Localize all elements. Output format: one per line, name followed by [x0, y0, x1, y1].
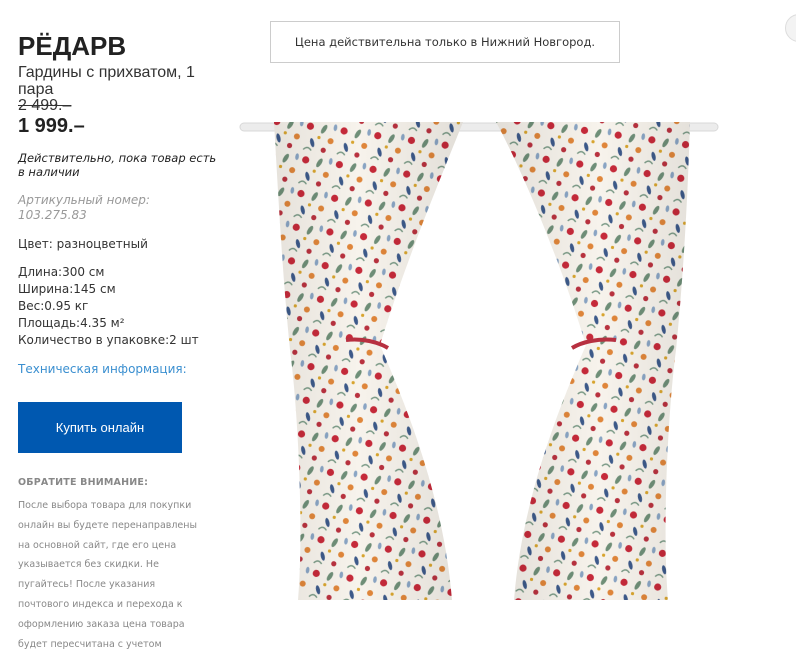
- spec-length: Длина:300 см: [18, 265, 105, 279]
- product-specs: Длина:300 см Ширина:145 см Вес:0.95 кг П…: [18, 264, 218, 349]
- spec-width: Ширина:145 см: [18, 282, 116, 296]
- spec-weight: Вес:0.95 кг: [18, 299, 89, 313]
- city-price-notice: Цена действительна только в Нижний Новго…: [270, 21, 620, 63]
- old-price: 2 499.–: [18, 97, 72, 114]
- notice-text: После выбора товара для покупки онлайн в…: [18, 500, 197, 650]
- availability-note: Действительно, пока товар есть в наличии: [18, 151, 217, 179]
- notice-heading: ОБРАТИТЕ ВНИМАНИЕ:: [18, 477, 149, 488]
- product-color: Цвет: разноцветный: [18, 237, 148, 251]
- product-title: РЁДАРВ: [18, 31, 127, 61]
- product-subtitle: Гардины с прихватом, 1 пара: [18, 64, 195, 98]
- corner-round-button[interactable]: [785, 14, 796, 42]
- spec-quantity: Количество в упаковке:2 шт: [18, 333, 199, 347]
- buy-online-button[interactable]: Купить онлайн: [18, 402, 182, 453]
- spec-area: Площадь:4.35 м²: [18, 316, 125, 330]
- product-info: РЁДАРВ Гардины с прихватом, 1 пара 2 499…: [18, 30, 218, 654]
- article-number: Артикульный номер: 103.275.83: [18, 193, 150, 222]
- technical-info-link[interactable]: Техническая информация:: [18, 362, 218, 376]
- current-price: 1 999.–: [18, 115, 85, 137]
- product-image[interactable]: [238, 110, 720, 602]
